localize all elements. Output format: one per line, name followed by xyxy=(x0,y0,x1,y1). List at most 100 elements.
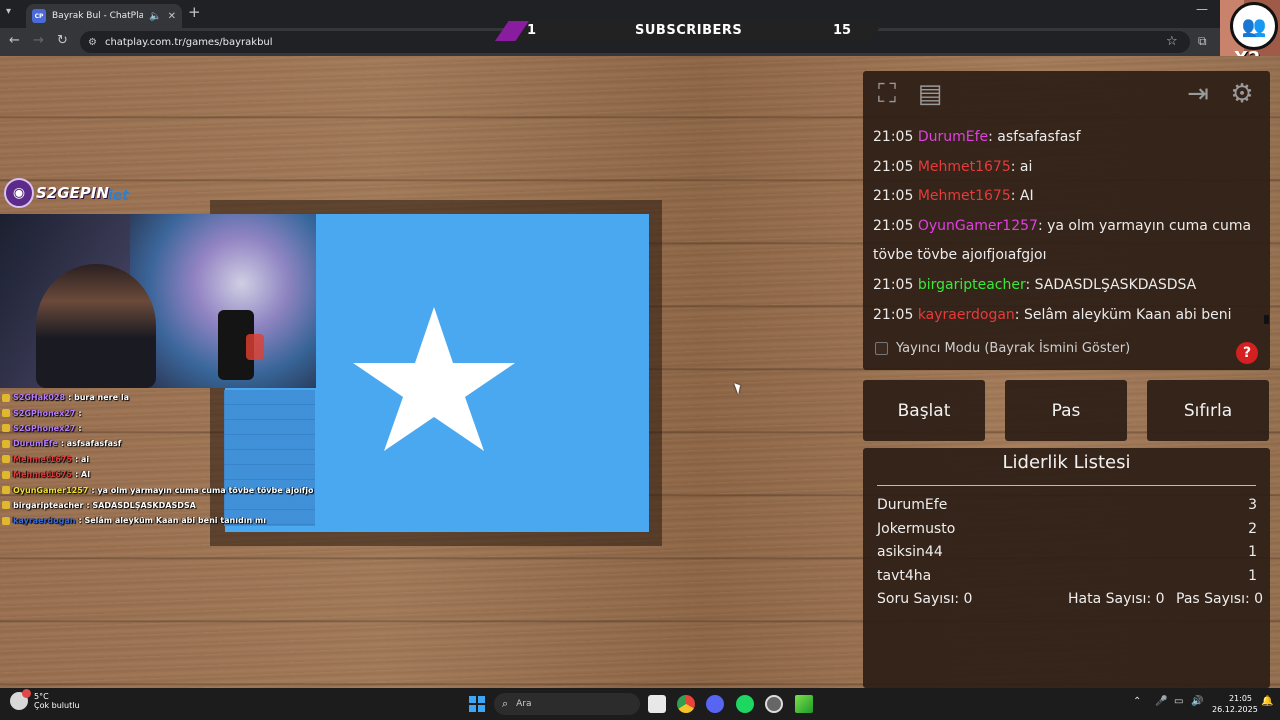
bookmark-star-icon[interactable]: ☆ xyxy=(1166,34,1178,49)
stream-chat-user: Mehmet1675 xyxy=(13,454,72,464)
stream-chat-user: S2GPhonex27 xyxy=(13,408,76,418)
stream-chat-text: : AI xyxy=(74,470,91,480)
cloud-icon xyxy=(10,689,31,710)
chat-text: : AI xyxy=(1010,188,1034,205)
task-view-icon[interactable] xyxy=(648,695,666,713)
leaderboard: Liderlik Listesi DurumEfe 3 Jokermusto 2… xyxy=(863,448,1270,688)
player-score: 1 xyxy=(1248,544,1257,560)
chat-message: 21:05 OyunGamer1257: ya olm yarmayın cum… xyxy=(863,212,1263,271)
stream-chat-message: OyunGamer1257: ya olm yarmayın cuma cuma… xyxy=(2,482,314,497)
stream-chat-text: : xyxy=(78,408,82,418)
chat-scrollbar[interactable] xyxy=(1264,315,1269,324)
network-icon[interactable]: ▭ xyxy=(1174,696,1183,707)
streamer-mode-toggle[interactable]: Yayıncı Modu (Bayrak İsmini Göster) xyxy=(875,341,1130,356)
volume-icon[interactable]: 🔊 xyxy=(1191,696,1203,707)
chat-badge-icon xyxy=(2,393,10,402)
chat-time: 21:05 xyxy=(873,188,914,205)
stream-chat-user: kayraerdogan xyxy=(13,516,76,526)
chat-message: 21:05 kayraerdogan: Selâm aleyküm Kaan a… xyxy=(863,301,1263,328)
pass-count-label: Pas Sayısı: xyxy=(1176,591,1250,607)
chat-username: Mehmet1675 xyxy=(917,188,1011,205)
document-icon[interactable]: ▤ xyxy=(913,77,947,111)
chat-message: 21:05 birgaripteacher: SADASDLŞASKDASDSA xyxy=(863,271,1263,301)
fullscreen-icon[interactable]: ⛶ xyxy=(870,77,904,111)
chat-panel: ⛶ ▤ ⇥ ⚙ 21:05 DurumEfe: asfsafasfasf 21:0… xyxy=(863,71,1270,370)
chat-time: 21:05 xyxy=(873,276,914,293)
chat-time: 21:05 xyxy=(873,306,914,323)
speaker-icon[interactable]: 🔈 xyxy=(149,11,161,22)
new-tab-button[interactable]: + xyxy=(188,5,201,20)
subscriber-goal-bar: 1 SUBSCRIBERS 15 xyxy=(495,21,885,41)
chrome-icon[interactable] xyxy=(677,695,695,713)
stream-chat-message: S2GPhonex27: xyxy=(2,405,314,420)
site-info-icon[interactable]: ⚙ xyxy=(88,37,97,48)
chat-username: DurumEfe xyxy=(917,129,989,145)
green-arrow-app-icon[interactable] xyxy=(795,695,813,713)
weather-widget[interactable]: 5°C Çok bulutlu xyxy=(10,689,80,710)
stream-chat-user: birgaripteacher xyxy=(13,500,84,510)
player-name: DurumEfe xyxy=(877,497,948,513)
chat-badge-icon xyxy=(2,516,10,525)
forward-button[interactable]: → xyxy=(33,34,44,48)
discord-icon[interactable] xyxy=(706,695,724,713)
taskbar-search[interactable]: ⌕ Ara xyxy=(494,693,640,715)
question-count: Soru Sayısı: 0 xyxy=(877,588,972,610)
windows-start-icon[interactable] xyxy=(469,696,485,712)
stream-chat-message: kayraerdogan: Selâm aleyküm Kaan abi ben… xyxy=(2,513,314,528)
stream-chat-text: : Selâm aleyküm Kaan abi beni tanıdın mı xyxy=(78,516,266,526)
stream-chat-text: : xyxy=(78,423,82,433)
player-name: tavt4ha xyxy=(877,568,932,584)
help-icon[interactable]: ? xyxy=(1236,342,1258,364)
chat-message: 21:05 DurumEfe: asfsafasfasf xyxy=(863,123,1263,153)
error-count-value: 0 xyxy=(1155,591,1165,607)
stream-chat-user: S2GHak028 xyxy=(13,393,66,403)
search-icon: ⌕ xyxy=(502,697,509,710)
extensions-icon[interactable]: ⧉ xyxy=(1198,34,1207,49)
chat-badge-icon xyxy=(2,470,10,479)
chat-text: : asfsafasfasf xyxy=(988,129,1081,145)
exit-icon[interactable]: ⇥ xyxy=(1181,77,1215,111)
pass-button[interactable]: Pas xyxy=(1005,380,1127,441)
spotify-icon[interactable] xyxy=(736,695,754,713)
chat-time: 21:05 xyxy=(873,158,914,175)
stream-chat-message: birgaripteacher: SADASDLŞASKDASDSA xyxy=(2,498,314,513)
back-button[interactable]: ← xyxy=(9,34,20,48)
streamer-mode-checkbox[interactable] xyxy=(875,342,888,355)
chat-badge-icon xyxy=(2,409,10,418)
pass-count-value: 0 xyxy=(1254,591,1264,607)
reset-button[interactable]: Sıfırla xyxy=(1147,380,1269,441)
question-count-label: Soru Sayısı: xyxy=(877,591,960,607)
player-score: 2 xyxy=(1248,521,1257,537)
leaderboard-divider xyxy=(877,485,1256,486)
game-area: ◉ S2GEPIN iet S2GHak028: bura nere la S2G… xyxy=(0,56,1280,688)
question-count-value: 0 xyxy=(963,591,973,607)
microphone-icon[interactable]: 🎤 xyxy=(1155,696,1167,707)
subscriber-label: SUBSCRIBERS xyxy=(635,23,743,38)
game-stats: Soru Sayısı: 0 Hata Sayısı: 0 Pas Sayısı… xyxy=(877,588,1263,610)
clock-date: 26.12.2025 xyxy=(1212,705,1258,714)
window-minimize-button[interactable]: — xyxy=(1196,2,1208,16)
chat-time: 21:05 xyxy=(873,217,914,234)
chatplay-favicon-icon: CP xyxy=(32,9,46,23)
mouse-cursor-icon xyxy=(734,381,743,395)
settings-gear-icon[interactable]: ⚙ xyxy=(1225,77,1259,111)
stream-chat-message: Mehmet1675: ai xyxy=(2,452,314,467)
webcam-feed xyxy=(0,214,316,388)
notification-bell-icon[interactable]: 🔔 xyxy=(1261,696,1273,707)
chat-badge-icon xyxy=(2,439,10,448)
app-icon[interactable] xyxy=(765,695,783,713)
tab-list-icon[interactable]: ▾ xyxy=(6,6,11,17)
chat-username: kayraerdogan xyxy=(917,306,1015,323)
player-name: Jokermusto xyxy=(877,521,956,537)
weather-temp: 5°C xyxy=(34,692,49,701)
tray-overflow-icon[interactable]: ⌃ xyxy=(1133,696,1141,707)
tab-close-icon[interactable]: ✕ xyxy=(168,11,176,22)
flag-star-icon xyxy=(353,307,515,451)
browser-tab-active[interactable]: CP Bayrak Bul - ChatPlay 🔈 ✕ xyxy=(26,4,182,28)
player-score: 3 xyxy=(1248,497,1257,513)
search-placeholder: Ara xyxy=(516,699,532,709)
system-clock[interactable]: 21:05 26.12.2025 xyxy=(1212,693,1258,715)
start-button[interactable]: Başlat xyxy=(863,380,985,441)
reload-button[interactable]: ↻ xyxy=(57,34,68,48)
leaderboard-row: asiksin44 1 xyxy=(877,541,1257,563)
